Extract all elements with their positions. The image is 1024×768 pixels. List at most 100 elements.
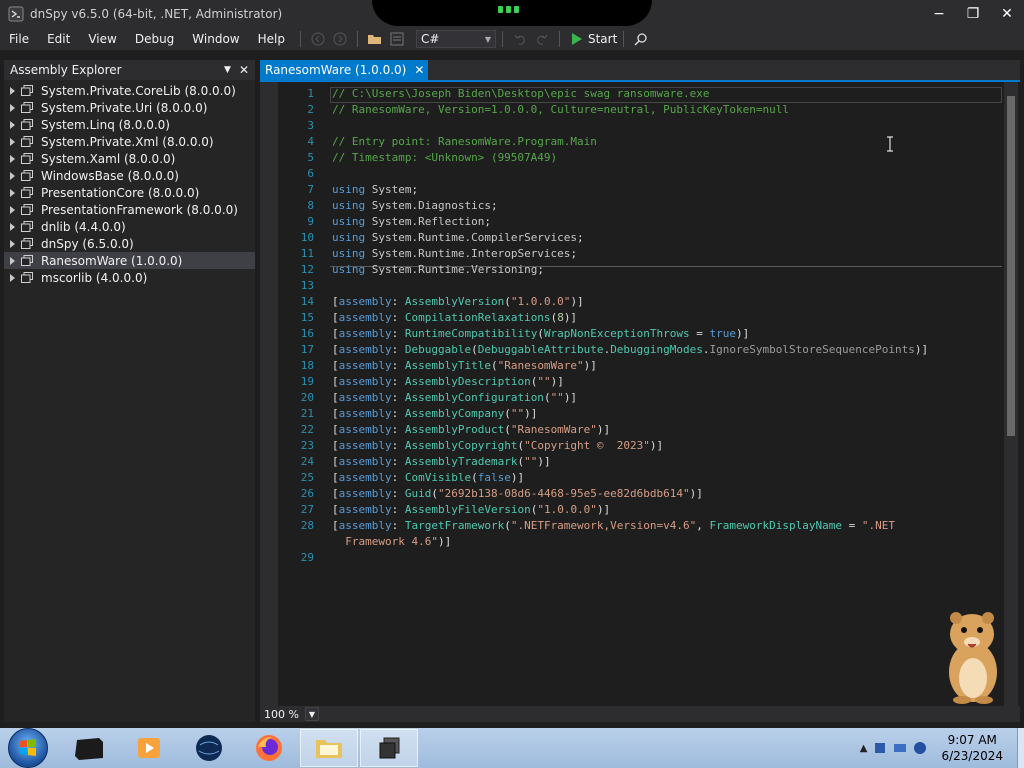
minimize-button[interactable]: −	[922, 0, 956, 28]
network-icon[interactable]	[873, 741, 887, 755]
code-line: 3	[278, 118, 998, 134]
taskbar-clock[interactable]: 9:07 AM 6/23/2024	[941, 732, 1003, 764]
code-token: assembly	[338, 295, 392, 308]
expand-arrow-icon[interactable]	[10, 137, 15, 146]
expand-arrow-icon[interactable]	[10, 273, 15, 282]
undo-icon[interactable]	[511, 30, 529, 48]
expand-arrow-icon[interactable]	[10, 239, 15, 248]
navigate-forward-icon[interactable]	[331, 30, 349, 48]
close-icon[interactable]: ✕	[414, 63, 424, 77]
line-number: 26	[300, 487, 314, 500]
chevron-down-icon[interactable]: ▼	[224, 65, 231, 75]
expand-arrow-icon[interactable]	[10, 188, 15, 197]
code-view[interactable]: 1 // C:\Users\Joseph Biden\Desktop\epic s…	[278, 82, 1002, 706]
open-folder-icon[interactable]	[366, 30, 384, 48]
tree-item[interactable]: System.Private.Uri (8.0.0.0)	[4, 99, 255, 116]
menu-help[interactable]: Help	[249, 28, 294, 50]
redo-icon[interactable]	[533, 30, 551, 48]
tab-ranesomware[interactable]: RanesomWare (1.0.0.0) ✕	[260, 60, 429, 80]
code-token: using	[332, 247, 366, 260]
media-player-icon	[138, 738, 160, 758]
show-desktop-button[interactable]	[1017, 728, 1024, 768]
taskbar-windows-app[interactable]	[360, 729, 418, 767]
code-text: using System;	[332, 182, 418, 198]
tree-item[interactable]: System.Private.Xml (8.0.0.0)	[4, 133, 255, 150]
line-number: 12	[300, 263, 314, 276]
tree-item[interactable]: mscorlib (4.0.0.0)	[4, 269, 255, 286]
maximize-button[interactable]: ❐	[956, 0, 990, 28]
globe-icon	[196, 735, 222, 761]
tree-item[interactable]: PresentationFramework (8.0.0.0)	[4, 201, 255, 218]
expand-arrow-icon[interactable]	[10, 154, 15, 163]
menu-window[interactable]: Window	[183, 28, 248, 50]
code-token: [	[332, 407, 339, 420]
close-icon[interactable]: ✕	[239, 63, 249, 77]
scrollbar-thumb[interactable]	[1007, 96, 1015, 436]
code-token: )]	[596, 503, 611, 516]
close-button[interactable]: ✕	[990, 0, 1024, 28]
expand-arrow-icon[interactable]	[10, 222, 15, 231]
code-line: 1 // C:\Users\Joseph Biden\Desktop\epic s…	[278, 86, 998, 102]
menu-view[interactable]: View	[79, 28, 125, 50]
code-token: assembly	[338, 423, 392, 436]
code-token: [	[332, 455, 339, 468]
open-list-icon[interactable]	[388, 30, 406, 48]
tree-item[interactable]: dnSpy (6.5.0.0)	[4, 235, 255, 252]
search-icon[interactable]	[632, 30, 650, 48]
start-menu-button[interactable]	[8, 728, 48, 768]
assembly-explorer-title: Assembly Explorer	[10, 63, 122, 77]
tree-item[interactable]: System.Private.CoreLib (8.0.0.0)	[4, 82, 255, 99]
taskbar-globe-app[interactable]	[180, 729, 238, 767]
assembly-icon	[21, 187, 33, 198]
code-token: :	[391, 375, 405, 388]
code-token: ""	[510, 407, 525, 420]
horizontal-scrollbar[interactable]	[318, 709, 1020, 719]
menu-file[interactable]: File	[0, 28, 38, 50]
expand-arrow-icon[interactable]	[10, 103, 15, 112]
tree-item[interactable]: System.Xaml (8.0.0.0)	[4, 150, 255, 167]
taskbar-media-player-app[interactable]	[120, 729, 178, 767]
code-token: [	[332, 439, 339, 452]
code-text: // Timestamp: <Unknown> (99507A49)	[332, 150, 557, 166]
code-token: "RanesomWare"	[510, 423, 597, 436]
taskbar-explorer-app[interactable]	[300, 729, 358, 767]
code-token: :	[391, 503, 405, 516]
expand-arrow-icon[interactable]	[10, 171, 15, 180]
start-debug-button[interactable]: Start	[571, 32, 617, 46]
tree-item[interactable]: System.Linq (8.0.0.0)	[4, 116, 255, 133]
line-number: 11	[300, 247, 314, 260]
menu-edit[interactable]: Edit	[38, 28, 79, 50]
code-token: assembly	[338, 455, 392, 468]
expand-arrow-icon[interactable]	[10, 120, 15, 129]
tree-item[interactable]: RanesomWare (1.0.0.0)	[4, 252, 255, 269]
tree-item[interactable]: PresentationCore (8.0.0.0)	[4, 184, 255, 201]
volume-icon[interactable]	[913, 741, 927, 755]
line-number: 15	[300, 311, 314, 324]
assembly-icon	[21, 272, 33, 283]
code-token: )]	[510, 471, 525, 484]
display-icon[interactable]	[893, 741, 907, 755]
code-token: using	[332, 199, 366, 212]
tree-item[interactable]: WindowsBase (8.0.0.0)	[4, 167, 255, 184]
code-line: 9 using System.Reflection;	[278, 214, 998, 230]
code-text: // C:\Users\Joseph Biden\Desktop\epic sw…	[332, 86, 710, 102]
code-line: 28 [assembly: TargetFramework(".NETFramew…	[278, 518, 998, 534]
zoom-control[interactable]: 100 % ▼	[264, 707, 319, 721]
navigate-back-icon[interactable]	[309, 30, 327, 48]
code-line: 25 [assembly: ComVisible(false)]	[278, 470, 998, 486]
expand-arrow-icon[interactable]	[10, 256, 15, 265]
tray-expand-icon[interactable]: ▲	[860, 743, 868, 754]
chevron-down-icon[interactable]: ▼	[304, 707, 319, 721]
code-text: using System.Diagnostics;	[332, 198, 498, 214]
code-token: using	[332, 215, 366, 228]
taskbar-terminal-app[interactable]	[60, 729, 118, 767]
code-token: assembly	[338, 503, 392, 516]
expand-arrow-icon[interactable]	[10, 86, 15, 95]
vertical-scrollbar[interactable]	[1004, 82, 1018, 706]
tree-item[interactable]: dnlib (4.4.0.0)	[4, 218, 255, 235]
editor-margin	[260, 82, 278, 722]
taskbar-firefox-app[interactable]	[240, 729, 298, 767]
expand-arrow-icon[interactable]	[10, 205, 15, 214]
language-select[interactable]: C# ▼	[415, 30, 496, 48]
menu-debug[interactable]: Debug	[126, 28, 183, 50]
